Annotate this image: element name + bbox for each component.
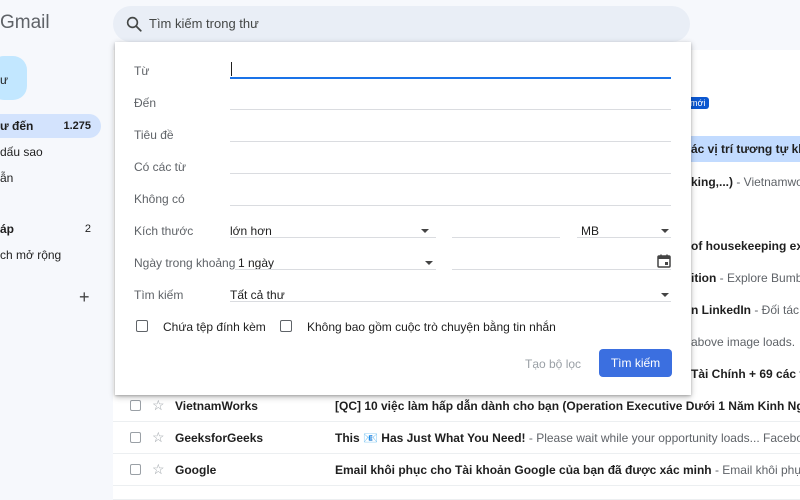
create-filter-button[interactable]: Tạo bộ lọc xyxy=(525,357,581,371)
table-row[interactable]: ☆ GeeksforGeeks This 📧 Has Just What You… xyxy=(113,422,800,454)
from-field[interactable] xyxy=(230,77,671,79)
size-operator-select[interactable]: lớn hơn xyxy=(230,224,272,238)
search-button[interactable]: Tìm kiếm xyxy=(599,349,672,377)
to-label: Đến xyxy=(134,96,157,110)
add-label-plus-icon[interactable]: + xyxy=(79,287,90,307)
star-icon[interactable]: ☆ xyxy=(152,461,165,478)
chevron-down-icon[interactable] xyxy=(421,229,429,233)
email-fragment[interactable]: of housekeeping exp xyxy=(691,239,800,253)
row-checkbox[interactable] xyxy=(130,464,141,475)
email-fragment[interactable]: king,...) - Vietnamwo xyxy=(691,175,800,189)
size-unit-underline xyxy=(577,237,671,238)
search-bar[interactable]: Tìm kiếm trong thư xyxy=(113,6,690,42)
star-icon[interactable]: ☆ xyxy=(152,429,165,446)
table-row[interactable]: ☆ Google Email khôi phục cho Tài khoản G… xyxy=(113,454,800,486)
sidebar-item-inbox[interactable]: ư đến 1.275 xyxy=(0,114,101,138)
search-icon[interactable] xyxy=(125,15,143,33)
sidebar-item-label: ẫn xyxy=(0,171,14,185)
chevron-down-icon[interactable] xyxy=(661,293,669,297)
date-field[interactable] xyxy=(452,269,671,270)
not-have-label: Không có xyxy=(134,192,185,206)
calendar-icon[interactable] xyxy=(657,254,671,268)
email-fragment[interactable]: ition - Explore Bumbl xyxy=(691,271,800,285)
chevron-down-icon[interactable] xyxy=(425,261,433,265)
sidebar-item-label: áp xyxy=(0,222,15,236)
email-fragment[interactable]: n LinkedIn - Đối tác xyxy=(691,303,800,317)
has-attachment-checkbox[interactable] xyxy=(136,320,148,332)
email-fragment[interactable]: ác vị trí tương tự khá xyxy=(691,136,800,162)
email-sender: GeeksforGeeks xyxy=(175,431,264,445)
row-checkbox[interactable] xyxy=(130,432,141,443)
search-in-label: Tìm kiếm xyxy=(134,288,184,302)
sidebar-item-more[interactable]: ch mở rộng xyxy=(0,243,61,267)
sidebar-item-label: ư đến xyxy=(0,119,34,133)
chevron-down-icon[interactable] xyxy=(661,229,669,233)
sidebar-item-label: dấu sao xyxy=(0,145,43,159)
has-words-field[interactable] xyxy=(230,173,671,174)
date-within-underline xyxy=(235,269,436,270)
search-in-select[interactable]: Tất cả thư xyxy=(230,288,285,302)
from-label: Từ xyxy=(134,64,150,78)
sidebar-item-snoozed[interactable]: ẫn xyxy=(0,166,13,190)
email-fragment[interactable]: above image loads. xyxy=(691,335,800,349)
email-subject: This 📧 Has Just What You Need! - Please … xyxy=(335,431,800,445)
exclude-chats-checkbox[interactable] xyxy=(280,320,292,332)
has-attachment-label: Chứa tệp đính kèm xyxy=(163,320,266,334)
sidebar-item-drafts[interactable]: áp 2 xyxy=(0,217,101,241)
not-have-field[interactable] xyxy=(230,205,671,206)
inbox-count: 1.275 xyxy=(63,120,91,132)
email-subject: [QC] 10 việc làm hấp dẫn dành cho bạn (O… xyxy=(335,399,800,413)
email-sender: VietnamWorks xyxy=(175,399,258,413)
date-within-label: Ngày trong khoảng xyxy=(134,256,236,270)
size-label: Kích thước xyxy=(134,224,194,238)
size-value-field[interactable] xyxy=(452,237,560,238)
subject-field[interactable] xyxy=(230,141,671,142)
search-in-underline xyxy=(230,301,671,302)
table-row[interactable] xyxy=(113,486,800,500)
date-within-select[interactable]: 1 ngày xyxy=(238,256,274,270)
sidebar-item-label: ch mở rộng xyxy=(0,248,62,262)
row-checkbox[interactable] xyxy=(130,400,141,411)
size-unit-select[interactable]: MB xyxy=(581,224,599,238)
star-icon[interactable]: ☆ xyxy=(152,397,165,414)
advanced-search-dialog: Từ Đến Tiêu đề Có các từ Không có Kích t… xyxy=(115,42,691,395)
subject-label: Tiêu đề xyxy=(134,128,174,142)
gmail-logo[interactable]: Gmail xyxy=(0,12,50,34)
compose-label: ư xyxy=(0,73,9,87)
email-fragment[interactable]: Tài Chính + 69 các v xyxy=(691,367,800,381)
text-caret xyxy=(231,62,232,76)
has-words-label: Có các từ xyxy=(134,160,187,174)
search-placeholder: Tìm kiếm trong thư xyxy=(149,16,259,31)
exclude-chats-label: Không bao gồm cuộc trò chuyện bằng tin n… xyxy=(307,320,556,334)
sidebar-item-starred[interactable]: dấu sao xyxy=(0,140,43,164)
to-field[interactable] xyxy=(230,109,671,110)
size-operator-underline xyxy=(230,237,436,238)
drafts-count: 2 xyxy=(84,223,91,235)
email-sender: Google xyxy=(175,463,217,477)
email-subject: Email khôi phục cho Tài khoản Google của… xyxy=(335,463,800,477)
